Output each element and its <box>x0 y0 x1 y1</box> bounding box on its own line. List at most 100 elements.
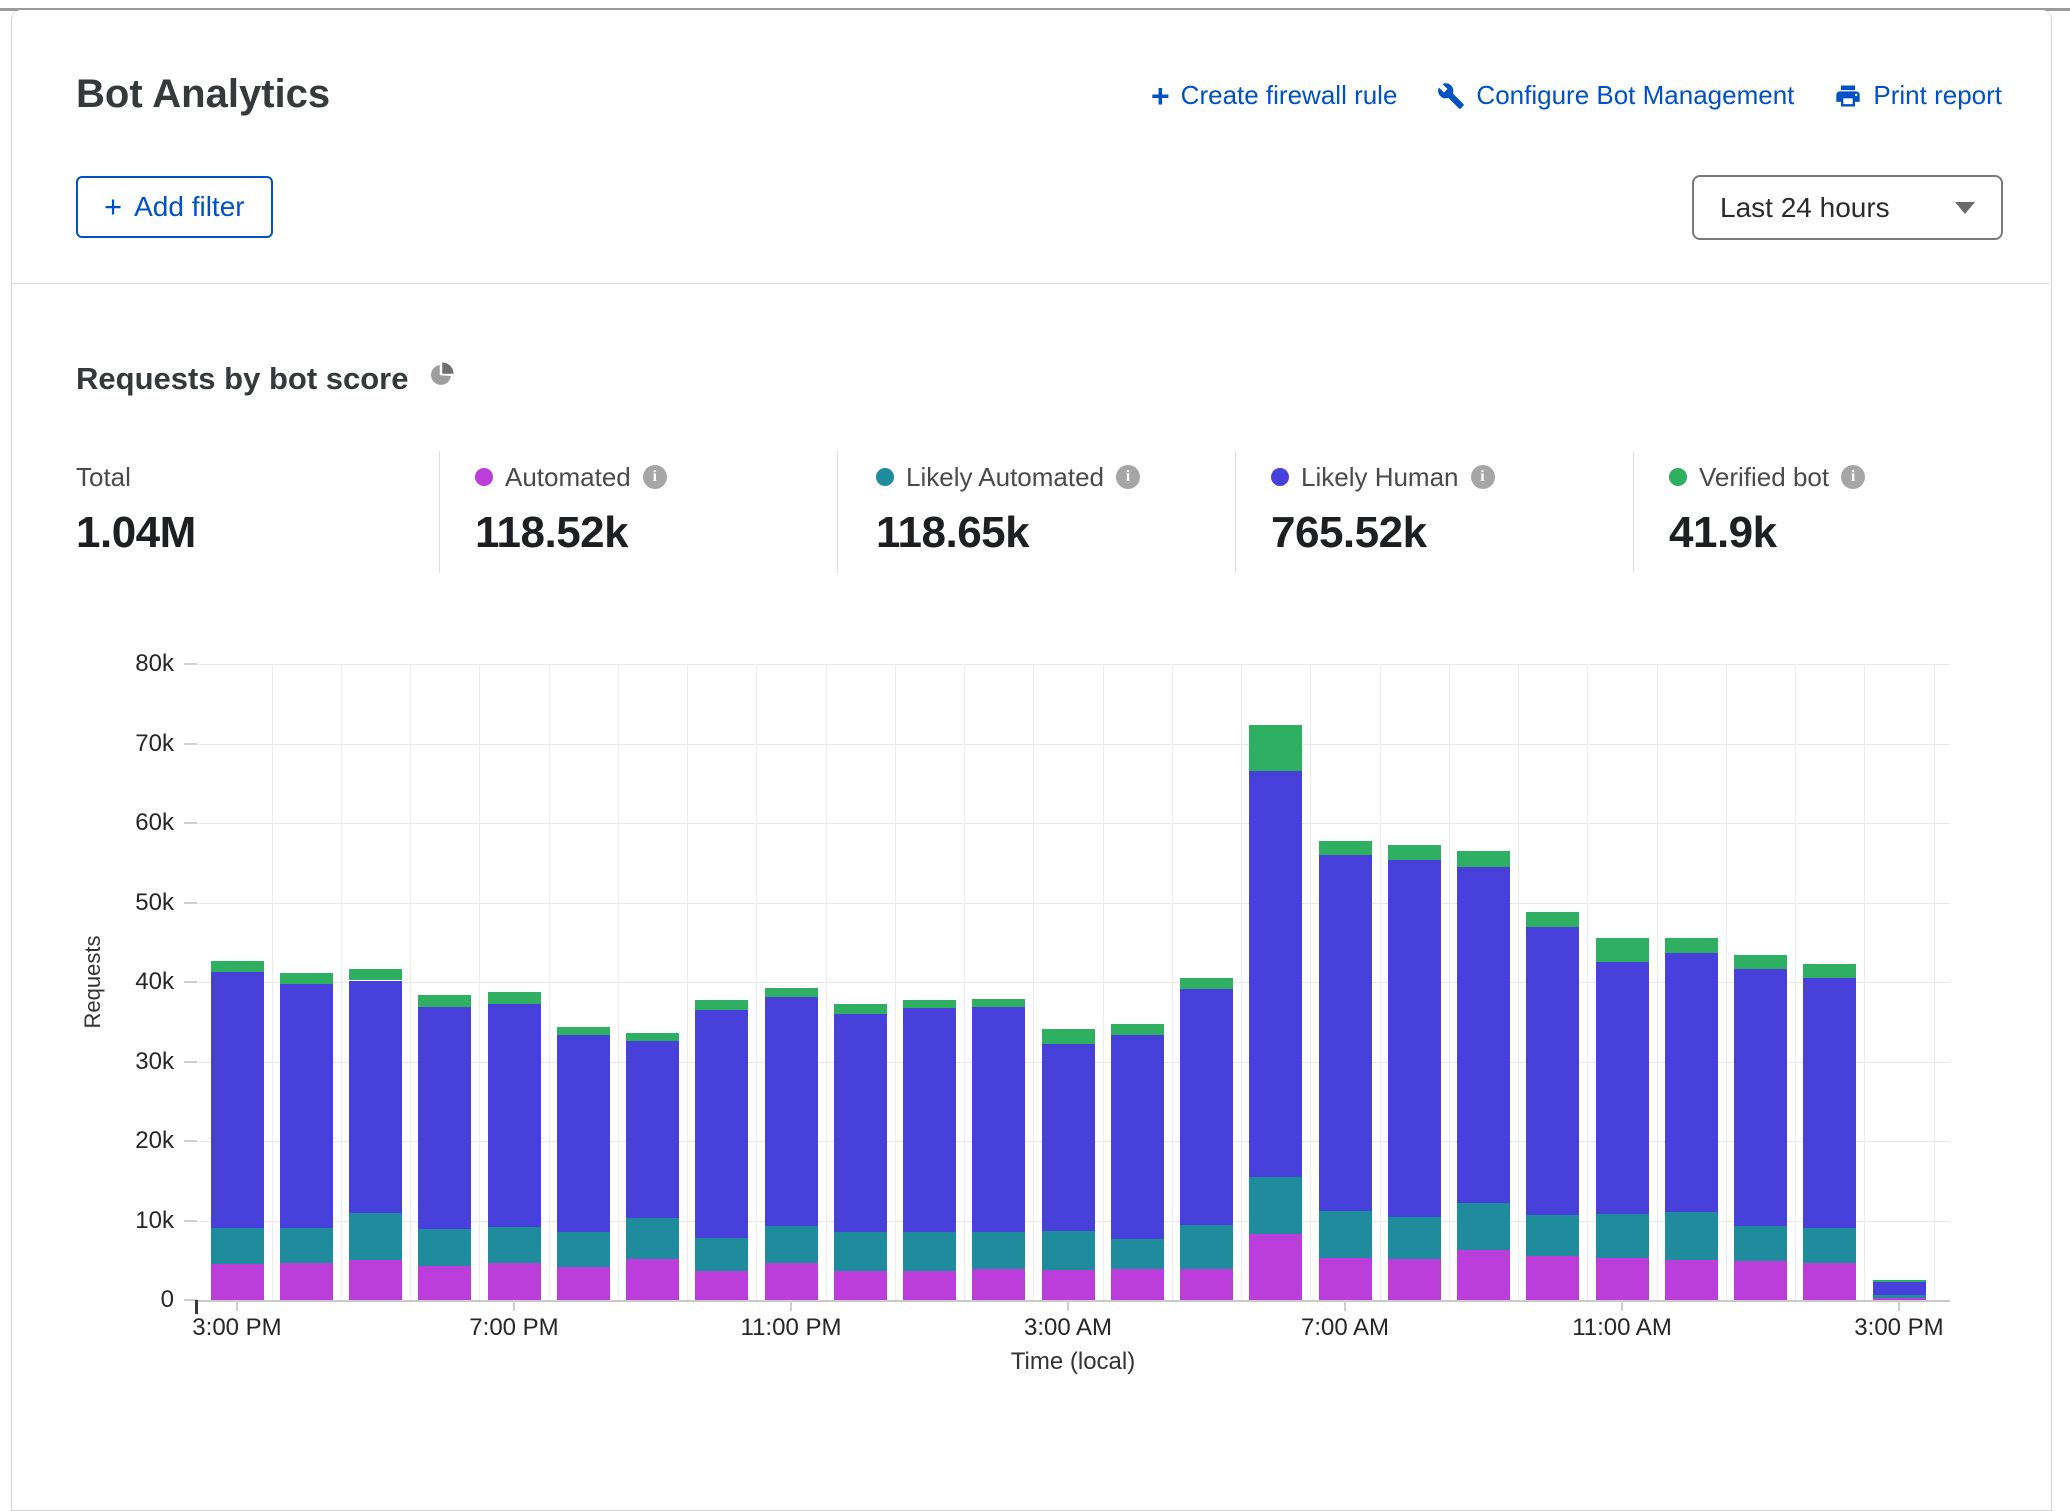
bar-segment[interactable] <box>903 1008 956 1232</box>
bar-segment[interactable] <box>1803 1263 1856 1300</box>
bar-segment[interactable] <box>972 1007 1025 1232</box>
bar-segment[interactable] <box>488 992 541 1003</box>
bar-segment[interactable] <box>280 984 333 1228</box>
bar-segment[interactable] <box>1042 1231 1095 1270</box>
bar-segment[interactable] <box>903 1232 956 1270</box>
bar-segment[interactable] <box>695 1271 748 1300</box>
bar-segment[interactable] <box>1526 1215 1579 1256</box>
bar-segment[interactable] <box>626 1259 679 1300</box>
bar-segment[interactable] <box>418 1229 471 1266</box>
y-axis-tick-label: 30k <box>70 1048 174 1076</box>
bar-segment[interactable] <box>280 973 333 984</box>
bar-segment[interactable] <box>626 1041 679 1218</box>
bar-segment[interactable] <box>972 999 1025 1008</box>
bar-segment[interactable] <box>1111 1024 1164 1034</box>
bar-segment[interactable] <box>1180 989 1233 1225</box>
bar-segment[interactable] <box>349 1260 402 1300</box>
bar-segment[interactable] <box>557 1267 610 1300</box>
bar-segment[interactable] <box>1388 1259 1441 1300</box>
bar-segment[interactable] <box>211 1264 264 1300</box>
bar-segment[interactable] <box>765 1226 818 1263</box>
bar-segment[interactable] <box>1803 964 1856 978</box>
bar-segment[interactable] <box>695 1238 748 1271</box>
bar-segment[interactable] <box>1596 1258 1649 1300</box>
bar-segment[interactable] <box>765 988 818 997</box>
bar-segment[interactable] <box>972 1269 1025 1300</box>
bar-segment[interactable] <box>488 1227 541 1264</box>
bar-segment[interactable] <box>1665 1212 1718 1260</box>
bar-segment[interactable] <box>211 961 264 971</box>
bar-segment[interactable] <box>1596 938 1649 962</box>
bar-segment[interactable] <box>1596 1214 1649 1258</box>
bar-segment[interactable] <box>834 1271 887 1300</box>
bar-segment[interactable] <box>1734 1261 1787 1300</box>
bar-segment[interactable] <box>1180 1269 1233 1300</box>
bar-segment[interactable] <box>1249 771 1302 1177</box>
bar-segment[interactable] <box>1873 1295 1926 1297</box>
bar-segment[interactable] <box>1042 1044 1095 1231</box>
bar-segment[interactable] <box>1526 1256 1579 1301</box>
bar-segment[interactable] <box>488 1263 541 1300</box>
bar-segment[interactable] <box>1457 1203 1510 1250</box>
bar-segment[interactable] <box>765 1263 818 1300</box>
bar-segment[interactable] <box>1180 978 1233 989</box>
bar-segment[interactable] <box>1319 855 1372 1211</box>
bar-segment[interactable] <box>1388 1217 1441 1259</box>
bar-segment[interactable] <box>1734 955 1787 969</box>
bar-segment[interactable] <box>1665 1260 1718 1301</box>
bar-segment[interactable] <box>626 1033 679 1041</box>
bar-segment[interactable] <box>834 1232 887 1271</box>
bar-segment[interactable] <box>211 972 264 1229</box>
bar-segment[interactable] <box>418 1266 471 1300</box>
bar-segment[interactable] <box>1042 1029 1095 1044</box>
bar-segment[interactable] <box>1249 1234 1302 1300</box>
bar-segment[interactable] <box>1873 1282 1926 1296</box>
bar-segment[interactable] <box>418 995 471 1007</box>
bar-segment[interactable] <box>1734 1226 1787 1261</box>
bar-segment[interactable] <box>1388 860 1441 1216</box>
bar-segment[interactable] <box>1803 978 1856 1228</box>
bar-segment[interactable] <box>1873 1280 1926 1282</box>
bar-segment[interactable] <box>1249 725 1302 771</box>
bar-segment[interactable] <box>1526 912 1579 927</box>
bar-segment[interactable] <box>626 1218 679 1259</box>
bar-segment[interactable] <box>557 1027 610 1036</box>
bar-segment[interactable] <box>1319 1258 1372 1300</box>
bar-segment[interactable] <box>1042 1270 1095 1300</box>
bar-segment[interactable] <box>1249 1177 1302 1234</box>
bar-segment[interactable] <box>1111 1035 1164 1239</box>
bar-segment[interactable] <box>903 1000 956 1009</box>
bar-segment[interactable] <box>557 1035 610 1231</box>
bar-segment[interactable] <box>211 1228 264 1264</box>
bar-segment[interactable] <box>1457 851 1510 867</box>
bar-segment[interactable] <box>695 1000 748 1010</box>
bar-segment[interactable] <box>695 1010 748 1238</box>
bar-segment[interactable] <box>1319 1211 1372 1258</box>
bar-segment[interactable] <box>1457 1250 1510 1300</box>
bar-segment[interactable] <box>1803 1228 1856 1263</box>
bar-segment[interactable] <box>418 1007 471 1230</box>
bar-segment[interactable] <box>834 1004 887 1014</box>
bar-segment[interactable] <box>1665 953 1718 1212</box>
bar-segment[interactable] <box>349 969 402 981</box>
bar-segment[interactable] <box>1111 1239 1164 1269</box>
bar-segment[interactable] <box>1665 938 1718 953</box>
bar-segment[interactable] <box>280 1228 333 1264</box>
bar-segment[interactable] <box>1457 867 1510 1203</box>
bar-segment[interactable] <box>1180 1225 1233 1269</box>
bar-segment[interactable] <box>1319 841 1372 855</box>
bar-segment[interactable] <box>1111 1269 1164 1300</box>
bar-segment[interactable] <box>349 1213 402 1261</box>
bar-segment[interactable] <box>972 1232 1025 1269</box>
bar-segment[interactable] <box>1596 962 1649 1214</box>
bar-segment[interactable] <box>1734 969 1787 1226</box>
bar-segment[interactable] <box>1388 845 1441 861</box>
bar-segment[interactable] <box>557 1232 610 1267</box>
bar-segment[interactable] <box>834 1014 887 1233</box>
bar-segment[interactable] <box>280 1263 333 1300</box>
bar-segment[interactable] <box>488 1004 541 1227</box>
bar-segment[interactable] <box>349 981 402 1213</box>
bar-segment[interactable] <box>1526 927 1579 1215</box>
bar-segment[interactable] <box>765 997 818 1226</box>
bar-segment[interactable] <box>903 1271 956 1300</box>
